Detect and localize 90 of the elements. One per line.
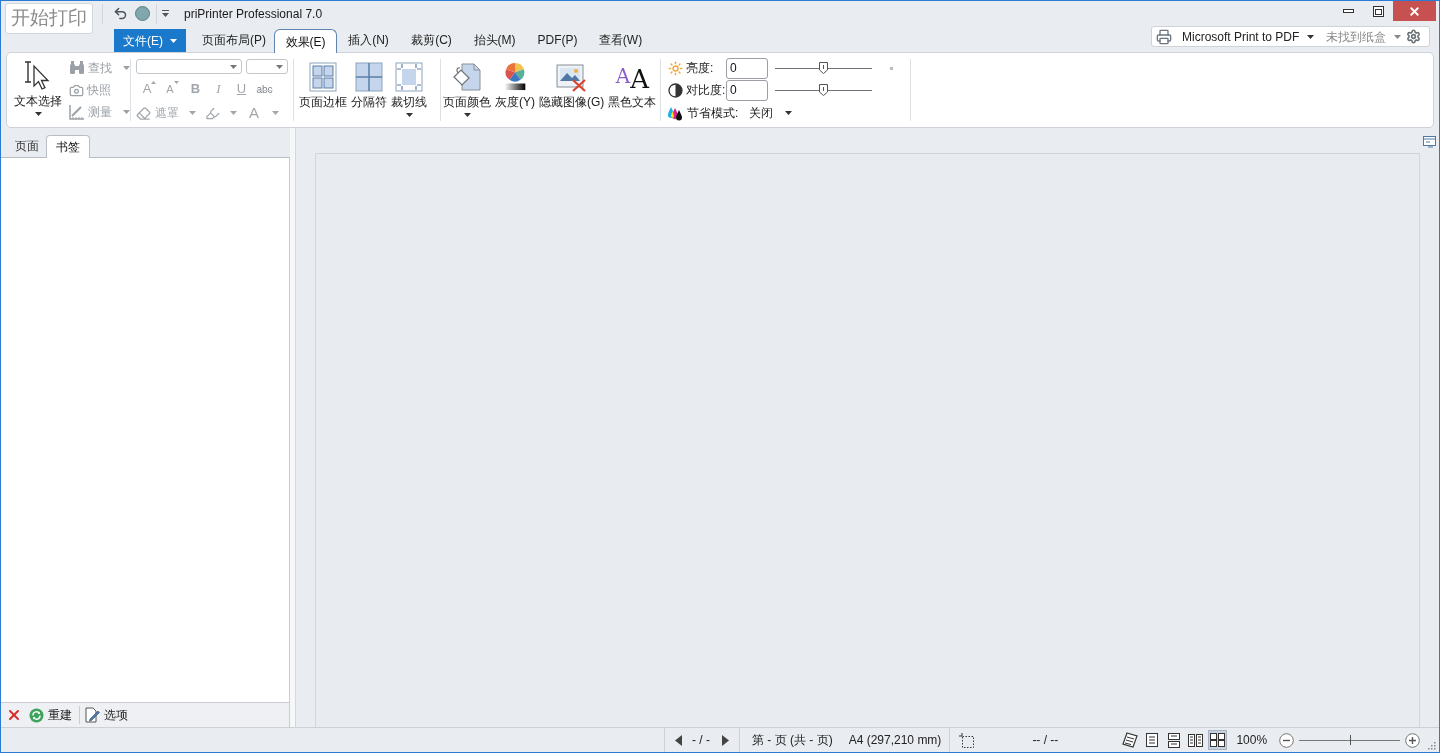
customize-caret-icon[interactable] (162, 10, 169, 17)
edit-page-icon (84, 707, 100, 723)
paint-bucket-page-icon (452, 62, 482, 92)
adjust-label: 节省模式: (687, 105, 739, 122)
eraser-icon (136, 105, 151, 121)
crop-marks-icon (395, 62, 423, 92)
ink-drops-icon (667, 105, 684, 121)
resize-grip-icon[interactable] (1427, 741, 1437, 750)
monitor-icon[interactable] (1423, 136, 1436, 148)
small-square-icon (890, 66, 893, 70)
panel-tab[interactable]: 书签 (46, 135, 90, 158)
adjust-label: 亮度: (686, 60, 715, 77)
window-title: priPrinter Professional 7.0 (184, 5, 323, 23)
tilted-page-icon (1121, 732, 1138, 748)
caret-icon (170, 38, 177, 43)
font-name-field[interactable] (136, 59, 242, 74)
cursor-icon (24, 59, 52, 91)
contrast-icon (667, 82, 683, 98)
camera-icon (69, 82, 84, 98)
two-pages-icon (1188, 733, 1204, 747)
file-menu-button[interactable]: 文件(E) (114, 29, 186, 52)
caret-icon (34, 112, 42, 116)
caret-icon (1307, 34, 1315, 39)
value-field[interactable]: 0 (726, 79, 768, 101)
circle-icon[interactable] (135, 6, 150, 21)
view-mode-button[interactable] (1208, 730, 1228, 750)
slider-track[interactable] (775, 62, 872, 74)
crossed-picture-icon (555, 62, 588, 92)
zoom-out-icon[interactable] (1279, 732, 1295, 748)
ribbon-button[interactable]: 隐藏图像(G) (537, 53, 607, 127)
ribbon-button[interactable]: 页面颜色 (441, 53, 493, 127)
page-info: 第 - 页 (共 - 页) (752, 732, 833, 749)
refresh-icon (29, 707, 44, 723)
ribbon-tab[interactable]: PDF(P) (526, 28, 589, 52)
caret-icon (230, 64, 237, 69)
ribbon-button[interactable]: 页面边框 (297, 53, 349, 127)
ribbon-tab[interactable]: 查看(W) (589, 28, 652, 52)
sun-icon (667, 60, 683, 76)
zoom-in-icon[interactable] (1405, 732, 1421, 748)
caret-icon (1394, 34, 1402, 39)
cursor-position: -- / -- (1032, 732, 1059, 749)
text-select-button[interactable]: 文本选择 (11, 53, 65, 127)
four-pages-icon (1210, 733, 1226, 747)
small-down-arrow-icon (173, 81, 179, 84)
options-button[interactable]: 选项 (84, 706, 128, 724)
slider-track[interactable] (775, 84, 872, 96)
paper-size: A4 (297,210 mm) (848, 732, 942, 749)
value-field[interactable]: 0 (726, 57, 768, 79)
tray-dropdown[interactable]: 未找到纸盒 (1326, 27, 1402, 46)
highlighter-icon (205, 105, 220, 121)
previous-page-icon[interactable] (675, 734, 682, 746)
undo-icon[interactable] (113, 6, 128, 21)
selection-box-icon (959, 732, 975, 748)
settings-icon[interactable] (1406, 29, 1421, 44)
adjust-label: 对比度: (686, 82, 726, 99)
next-page-icon[interactable] (722, 734, 729, 746)
ribbon-button[interactable]: 裁切线 (389, 53, 429, 127)
rebuild-button[interactable]: 重建 (29, 706, 72, 724)
caret-icon (785, 111, 793, 115)
grid-icon (309, 62, 337, 92)
zoom-level: 100% (1236, 732, 1268, 749)
single-page-icon (1145, 733, 1158, 747)
ribbon-button[interactable]: 分隔符 (349, 53, 389, 127)
panel-tab[interactable]: 页面 (8, 135, 46, 157)
ribbon-tab[interactable]: 裁剪(C) (400, 28, 463, 52)
font-size-field[interactable] (246, 59, 288, 74)
stacked-pages-icon (1167, 732, 1180, 748)
slider-thumb[interactable] (819, 62, 828, 74)
caret-icon (276, 64, 283, 69)
ruler-angle-icon (69, 104, 85, 120)
saving-mode-dropdown[interactable]: 关闭 (749, 104, 793, 122)
ribbon-tab[interactable]: 页面布局(P) (194, 28, 274, 52)
maximize-icon[interactable] (1372, 5, 1384, 17)
zoom-slider-track[interactable] (1299, 734, 1401, 746)
small-up-arrow-icon (151, 81, 157, 84)
ribbon-tab[interactable]: 效果(E) (274, 29, 337, 53)
ribbon-tab[interactable]: 抬头(M) (463, 28, 526, 52)
page-counter: - / - (692, 732, 710, 749)
slider-thumb[interactable] (819, 84, 828, 96)
close-button[interactable] (1393, 1, 1436, 21)
ribbon-button[interactable]: 灰度(Y) (493, 53, 537, 127)
printer-icon (1156, 28, 1172, 45)
divided-square-icon (355, 62, 383, 92)
delete-icon[interactable] (6, 707, 22, 723)
binoculars-icon (69, 61, 85, 75)
close-icon (1408, 4, 1421, 18)
ribbon-tab[interactable]: 插入(N) (337, 28, 400, 52)
printer-dropdown[interactable]: Microsoft Print to PDF (1182, 27, 1315, 46)
minimize-icon[interactable] (1342, 9, 1354, 13)
view-mode-button[interactable] (1120, 730, 1140, 750)
